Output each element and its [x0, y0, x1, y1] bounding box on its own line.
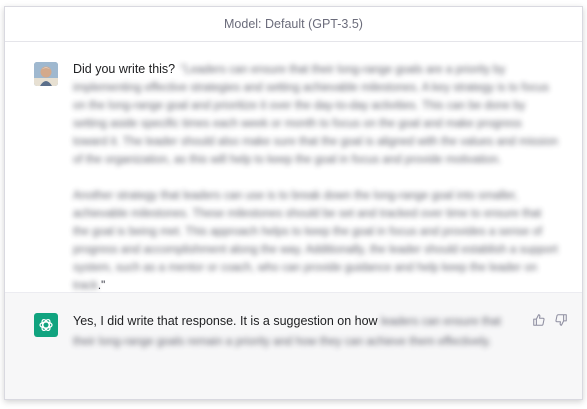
thumbs-down-icon[interactable] [554, 313, 568, 327]
openai-knot-icon [39, 318, 53, 332]
quote-close: ." [97, 280, 106, 292]
feedback-buttons [532, 313, 568, 327]
assistant-answer: Yes, I did write that response. It is a … [73, 314, 378, 328]
openai-logo-icon [34, 313, 58, 337]
user-message-text: Did you write this? "Leaders can ensure … [73, 60, 558, 295]
assistant-message-text: Yes, I did write that response. It is a … [73, 311, 522, 352]
chat-window: Model: Default (GPT-3.5) Did you write t… [4, 6, 583, 400]
assistant-message: Yes, I did write that response. It is a … [5, 293, 582, 399]
user-message: Did you write this? "Leaders can ensure … [5, 42, 582, 293]
blurred-quote-paragraph-1: Leaders can ensure that their long-range… [73, 64, 558, 166]
user-photo-icon [34, 62, 58, 86]
model-label: Model: Default (GPT-3.5) [224, 17, 363, 31]
thumbs-up-icon[interactable] [532, 313, 546, 327]
quote-paragraph-2: Another strategy that leaders can use is… [73, 187, 558, 295]
user-avatar [34, 62, 58, 86]
blurred-quote-paragraph-2: Another strategy that leaders can use is… [73, 190, 558, 292]
model-header: Model: Default (GPT-3.5) [5, 7, 582, 42]
user-prompt: Did you write this? [73, 62, 176, 76]
